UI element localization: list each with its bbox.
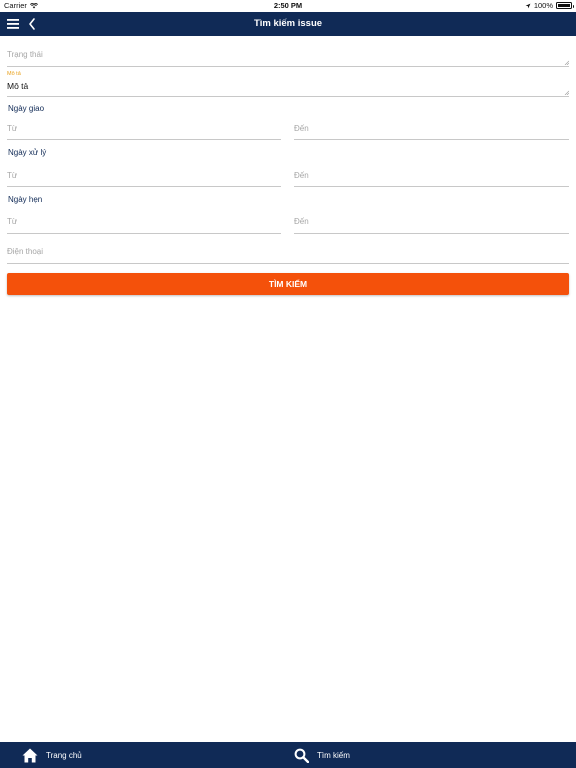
home-icon xyxy=(22,748,38,762)
page-title: Tìm kiếm issue xyxy=(253,18,323,29)
status-placeholder: Trạng thái xyxy=(7,50,43,59)
assigned-date-label: Ngày giao xyxy=(8,104,45,113)
phone-placeholder: Điện thoại xyxy=(7,247,44,256)
tab-home-label: Trang chủ xyxy=(46,750,82,760)
status-field[interactable]: Trạng thái xyxy=(7,47,569,67)
assigned-date-to-placeholder: Đến xyxy=(294,124,309,133)
description-floating-label: Mô tả xyxy=(7,71,21,77)
status-bar: Carrier 2:50 PM 100% xyxy=(0,0,576,12)
nav-bar: Tìm kiếm issue xyxy=(0,12,576,36)
search-icon xyxy=(294,748,309,763)
assigned-date-from-placeholder: Từ xyxy=(7,124,18,133)
tab-search[interactable]: Tìm kiếm xyxy=(294,742,350,768)
resize-grip-icon xyxy=(564,60,569,65)
appointment-date-to-field[interactable]: Đến xyxy=(294,215,569,234)
tab-bar: Trang chủ Tìm kiếm xyxy=(0,742,576,768)
description-field[interactable]: Mô tả Mô tả xyxy=(7,70,569,97)
phone-field[interactable]: Điện thoại xyxy=(7,245,569,264)
processed-date-from-field[interactable]: Từ xyxy=(7,168,281,187)
search-button[interactable]: TÌM KIẾM xyxy=(7,273,569,295)
appointment-date-from-placeholder: Từ xyxy=(7,217,18,226)
description-value: Mô tả xyxy=(7,81,29,91)
location-arrow-icon xyxy=(525,3,531,8)
tab-home[interactable]: Trang chủ xyxy=(22,742,82,768)
processed-date-to-placeholder: Đến xyxy=(294,171,309,180)
appointment-date-from-field[interactable]: Từ xyxy=(7,215,281,234)
resize-grip-icon xyxy=(564,90,569,95)
status-time: 2:50 PM xyxy=(273,1,303,10)
processed-date-from-placeholder: Từ xyxy=(7,171,18,180)
appointment-date-to-placeholder: Đến xyxy=(294,217,309,226)
battery-icon xyxy=(556,2,574,9)
battery-percent: 100% xyxy=(533,1,553,10)
assigned-date-to-field[interactable]: Đến xyxy=(294,121,569,140)
processed-date-label: Ngày xử lý xyxy=(8,148,47,157)
processed-date-to-field[interactable]: Đến xyxy=(294,168,569,187)
assigned-date-from-field[interactable]: Từ xyxy=(7,121,281,140)
tab-search-label: Tìm kiếm xyxy=(317,750,350,760)
appointment-date-label: Ngày hẹn xyxy=(8,195,43,204)
